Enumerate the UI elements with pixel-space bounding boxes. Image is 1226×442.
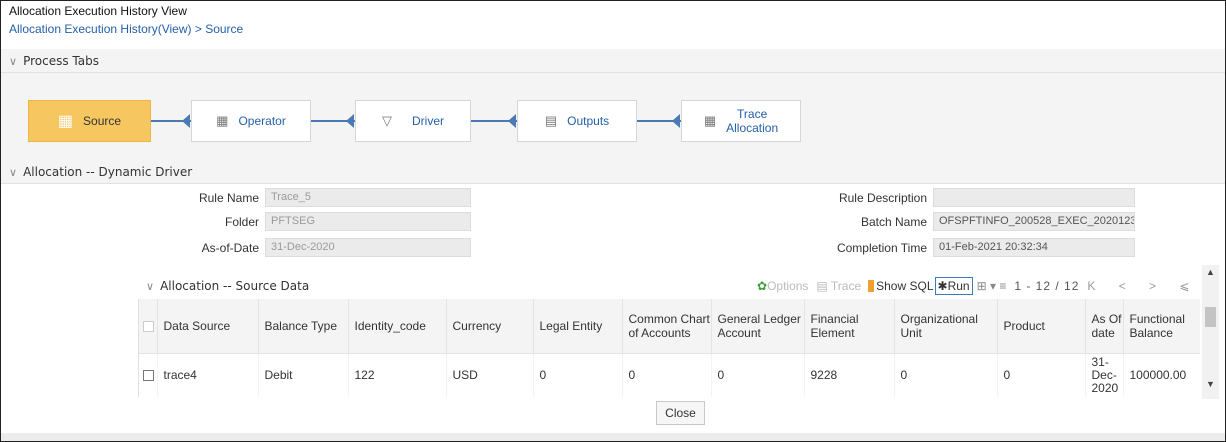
scroll-down-icon[interactable]: ▼ [1206, 379, 1215, 389]
tab-operator-label: Operator [238, 114, 286, 128]
column-header[interactable]: Legal Entity [533, 299, 623, 354]
source-doc-icon: ▦ [57, 113, 74, 130]
run-button[interactable]: ✱Run [934, 277, 973, 295]
tab-driver-label: Driver [412, 114, 444, 128]
connector-arrow-icon [508, 114, 516, 128]
table-cell: 0 [533, 353, 623, 397]
tab-operator[interactable]: ▦ Operator [191, 100, 311, 142]
options-button[interactable]: ✿Options [757, 279, 808, 293]
table-cell: 0 [622, 353, 712, 397]
completion-time-field[interactable]: 01-Feb-2021 20:32:34 [933, 238, 1135, 257]
rule-description-label: Rule Description [838, 191, 927, 205]
table-cell: USD [446, 353, 534, 397]
rule-name-label: Rule Name [198, 191, 259, 205]
table-cell: 31-Dec-2020 [1085, 353, 1124, 397]
options-label: Options [767, 279, 809, 293]
batch-name-label: Batch Name [860, 215, 927, 229]
grid-toolbar: ✿Options ▤ Trace Show SQL ✱Run ⊞ ▾ ≡ 1 -… [757, 277, 1199, 295]
table-cell: 122 [348, 353, 447, 397]
process-tabs-title: Process Tabs [23, 54, 99, 68]
operator-icon: ▦ [216, 113, 229, 128]
tab-driver[interactable]: ▽ Driver [355, 100, 471, 142]
show-sql-label: Show SQL [876, 279, 934, 293]
scroll-up-icon[interactable]: ▲ [1206, 267, 1215, 277]
view-menu-icons[interactable]: ⊞ ▾ ≡ [977, 279, 1007, 293]
breadcrumb[interactable]: Allocation Execution History(View) > Sou… [9, 22, 243, 36]
table-cell: 0 [997, 353, 1086, 397]
column-header[interactable]: Financial Element [804, 299, 895, 354]
connector-arrow-icon [672, 114, 680, 128]
main-window: Allocation Execution History View Alloca… [0, 0, 1226, 442]
table-cell: 100000.00 [1123, 353, 1200, 397]
table-header-row: Data Source Balance Type Identity_code C… [139, 299, 1200, 354]
page-nav-icons[interactable]: K < > ⩽ [1087, 279, 1199, 293]
as-of-date-label: As-of-Date [201, 241, 259, 255]
connector-arrow-icon [346, 114, 354, 128]
tab-source[interactable]: ▦ Source [28, 100, 151, 142]
title-bar: Allocation Execution History View Alloca… [1, 1, 1225, 49]
tab-outputs-label: Outputs [567, 114, 610, 128]
batch-name-field[interactable]: OFSPFTINFO_200528_EXEC_20201231_ [933, 212, 1135, 231]
select-all-cell[interactable] [139, 299, 158, 354]
dynamic-driver-header[interactable]: ∨ Allocation -- Dynamic Driver [1, 160, 1225, 184]
rule-name-field[interactable]: Trace_5 [265, 188, 471, 207]
folder-field[interactable]: PFTSEG [265, 212, 471, 231]
chevron-down-icon: ∨ [9, 55, 18, 68]
trace-label: Trace [830, 279, 862, 293]
column-header[interactable]: General Ledger Account [711, 299, 805, 354]
column-header[interactable]: Product [997, 299, 1086, 354]
rule-description-field[interactable] [933, 188, 1135, 207]
dynamic-driver-title: Allocation -- Dynamic Driver [23, 165, 193, 179]
column-header[interactable]: Data Source [157, 299, 259, 354]
column-header[interactable]: As Of date [1085, 299, 1124, 354]
tab-trace-allocation[interactable]: ▦ Trace Allocation [681, 100, 801, 142]
chevron-down-icon: ∨ [146, 280, 155, 293]
trace-icon: ▤ [816, 279, 831, 293]
select-all-checkbox[interactable] [143, 321, 154, 333]
completion-time-label: Completion Time [836, 241, 927, 255]
table-row[interactable]: trace4 Debit 122 USD 0 0 0 9228 0 0 31-D… [139, 353, 1200, 397]
folder-label: Folder [224, 215, 259, 229]
run-label: Run [947, 279, 970, 293]
table-cell: 9228 [804, 353, 895, 397]
table-cell: Debit [258, 353, 349, 397]
outputs-icon: ▤ [544, 113, 558, 128]
row-checkbox[interactable] [143, 370, 154, 382]
filter-icon: ▽ [382, 113, 392, 128]
column-header[interactable]: Organizational Unit [894, 299, 998, 354]
sql-icon [868, 280, 875, 292]
table-cell: 0 [711, 353, 805, 397]
chevron-down-icon: ∨ [9, 166, 18, 179]
grid-vertical-scrollbar[interactable]: ▲ ▼ [1202, 265, 1219, 399]
scroll-thumb[interactable] [1205, 307, 1216, 327]
row-select-cell[interactable] [139, 353, 158, 397]
pagination-info: 1 - 12 / 12 [1014, 279, 1080, 293]
table-cell: 0 [894, 353, 998, 397]
page-title: Allocation Execution History View [9, 4, 187, 18]
table-cell: trace4 [157, 353, 259, 397]
tab-trace-line1: Trace [737, 107, 768, 121]
process-tabs-header[interactable]: ∨ Process Tabs [1, 49, 1225, 73]
trace-icon: ▦ [703, 113, 717, 128]
source-data-grid: Data Source Balance Type Identity_code C… [138, 299, 1200, 397]
source-data-title: Allocation -- Source Data [160, 279, 310, 293]
column-header[interactable]: Balance Type [258, 299, 349, 354]
show-sql-button[interactable]: Show SQL [868, 279, 934, 293]
trace-button[interactable]: ▤ Trace [816, 279, 861, 293]
tab-trace-allocation-label: Trace Allocation [726, 107, 778, 135]
column-header[interactable]: Functional Balance [1123, 299, 1200, 354]
as-of-date-field[interactable]: 31-Dec-2020 [265, 238, 471, 257]
footer-band [1, 433, 1225, 441]
options-gear-icon: ✿ [757, 279, 768, 293]
run-icon: ✱ [937, 279, 948, 293]
column-header[interactable]: Currency [446, 299, 534, 354]
column-header[interactable]: Common Chart of Accounts [622, 299, 712, 354]
tab-outputs[interactable]: ▤ Outputs [517, 100, 637, 142]
column-header[interactable]: Identity_code [348, 299, 447, 354]
tab-trace-line2: Allocation [726, 121, 779, 135]
connector-arrow-icon [182, 114, 190, 128]
tab-source-label: Source [83, 114, 122, 128]
close-button[interactable]: Close [656, 401, 705, 425]
